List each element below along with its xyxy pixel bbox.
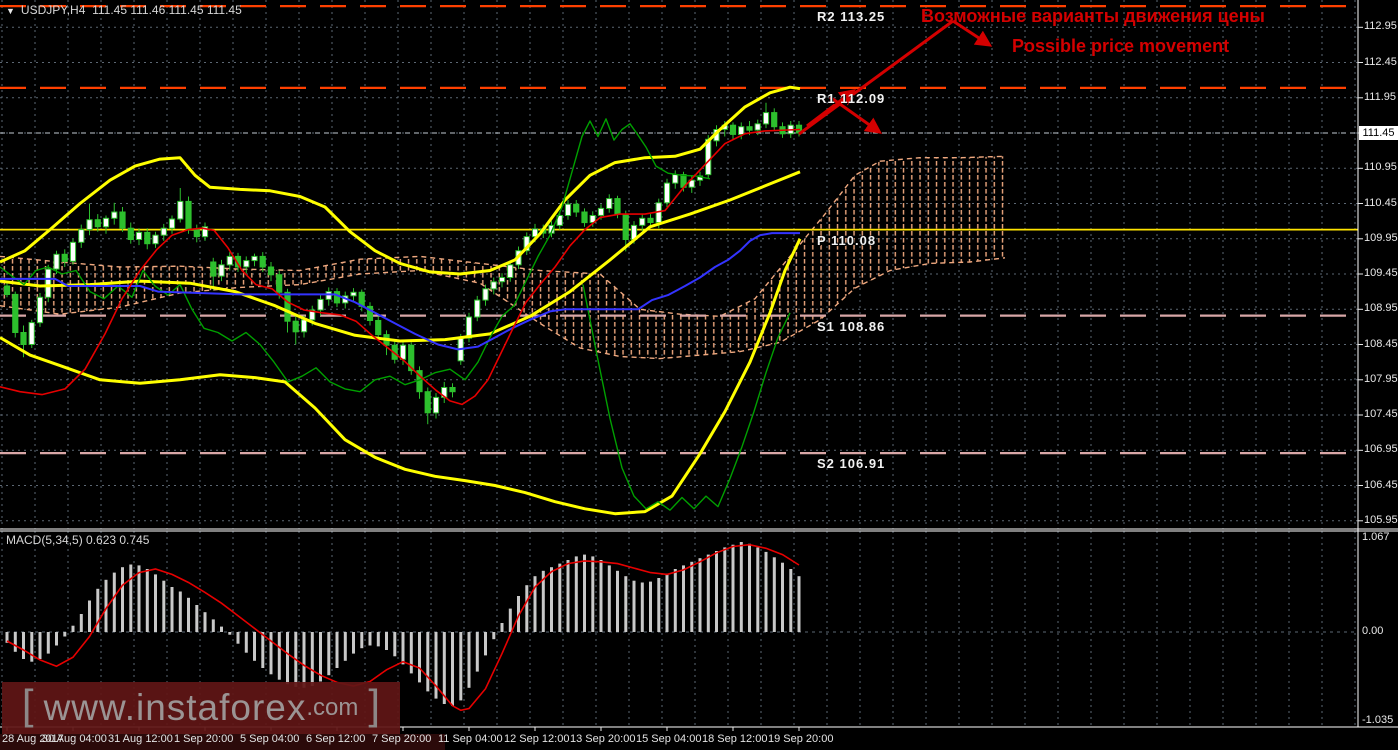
macd-bar: [492, 632, 496, 640]
macd-bar: [228, 632, 232, 635]
macd-bar: [112, 572, 116, 632]
macd-bar: [731, 544, 735, 632]
macd-bar: [475, 632, 479, 672]
macd-bar: [121, 567, 124, 632]
macd-bar: [723, 547, 727, 632]
macd-bar: [55, 632, 58, 646]
macd-bar: [145, 569, 149, 632]
macd-bar: [484, 632, 487, 656]
macd-bar: [310, 632, 314, 686]
macd-bar: [129, 564, 133, 632]
macd-bar: [30, 632, 34, 662]
macd-bar: [244, 632, 248, 653]
macd-bar: [607, 565, 611, 632]
macd-bar: [418, 632, 421, 683]
macd-bar: [178, 591, 182, 632]
macd-bar: [434, 632, 438, 699]
macd-bar: [13, 632, 17, 652]
macd-bar: [550, 567, 553, 632]
macd-bar: [781, 562, 784, 632]
macd-bar: [715, 551, 718, 632]
macd-bar: [558, 563, 562, 632]
macd-bar: [269, 632, 273, 675]
macd-bar: [616, 570, 619, 632]
macd-bar: [220, 626, 223, 632]
macd-bar: [335, 632, 339, 668]
macd-bar: [88, 600, 91, 632]
macd-bar: [162, 580, 166, 632]
macd-bar: [401, 632, 405, 665]
macd-bar: [739, 542, 743, 632]
macd-bar: [302, 632, 306, 688]
macd-bar: [203, 612, 207, 632]
macd-bar: [591, 556, 595, 632]
macd-bar: [764, 551, 768, 632]
macd-bar: [500, 623, 504, 632]
macd-bar: [154, 574, 157, 632]
chart-canvas[interactable]: [0, 0, 1398, 750]
macd-bar: [343, 632, 347, 661]
mt4-chart-window: ▼ USDJPY,H4 111.45 111.46 111.45 111.45 M…: [0, 0, 1398, 750]
macd-bar: [426, 632, 430, 692]
macd-bar: [352, 632, 355, 654]
macd-bar: [63, 632, 67, 637]
macd-bar: [682, 565, 685, 632]
macd-bar: [756, 547, 760, 632]
macd-bar: [46, 632, 50, 654]
macd-bar: [170, 587, 174, 632]
annotation-arrow[interactable]: [798, 19, 954, 136]
macd-bar: [368, 632, 372, 646]
annotation-arrow[interactable]: [829, 95, 883, 134]
macd-bar: [236, 632, 240, 644]
macd-bar: [360, 632, 364, 649]
macd-bar: [253, 632, 256, 661]
macd-bar: [211, 619, 215, 632]
macd-bar: [22, 632, 25, 659]
annotation-arrow[interactable]: [952, 19, 993, 47]
macd-bar: [649, 581, 652, 632]
macd-bar: [451, 632, 454, 706]
macd-bar: [624, 576, 628, 632]
macd-bar: [525, 585, 529, 632]
macd-bar: [467, 632, 471, 688]
macd-bar: [574, 556, 578, 632]
macd-bar: [261, 632, 265, 668]
macd-bar: [137, 565, 141, 632]
macd-bar: [748, 543, 751, 632]
macd-bar: [376, 632, 380, 647]
macd-bar: [533, 576, 537, 632]
line-bb_upper: [0, 85, 801, 276]
macd-signal-line: [6, 543, 800, 712]
macd-bar: [640, 582, 644, 632]
macd-bar: [79, 614, 83, 632]
macd-bar: [187, 597, 190, 632]
macd-bar: [599, 560, 603, 632]
macd-bar: [71, 625, 75, 632]
macd-bar: [442, 632, 446, 704]
macd-bar: [789, 569, 793, 632]
macd-bar: [566, 560, 570, 632]
macd-bar: [409, 632, 413, 674]
macd-bar: [690, 561, 694, 632]
macd-bar: [706, 554, 710, 632]
macd-bar: [286, 632, 289, 685]
macd-bar: [195, 605, 199, 632]
macd-bar: [698, 558, 702, 632]
macd-bar: [393, 632, 397, 657]
macd-bar: [772, 557, 776, 632]
macd-bar: [797, 576, 801, 632]
macd-bar: [508, 608, 512, 632]
macd-bar: [673, 569, 677, 632]
macd-bar: [459, 632, 463, 701]
macd-bar: [385, 632, 388, 650]
macd-bar: [632, 580, 636, 632]
macd-bar: [665, 573, 669, 632]
macd-bar: [583, 554, 586, 632]
macd-bar: [277, 632, 281, 680]
macd-bar: [38, 632, 42, 659]
macd-bar: [327, 632, 331, 676]
macd-bar: [657, 578, 661, 632]
